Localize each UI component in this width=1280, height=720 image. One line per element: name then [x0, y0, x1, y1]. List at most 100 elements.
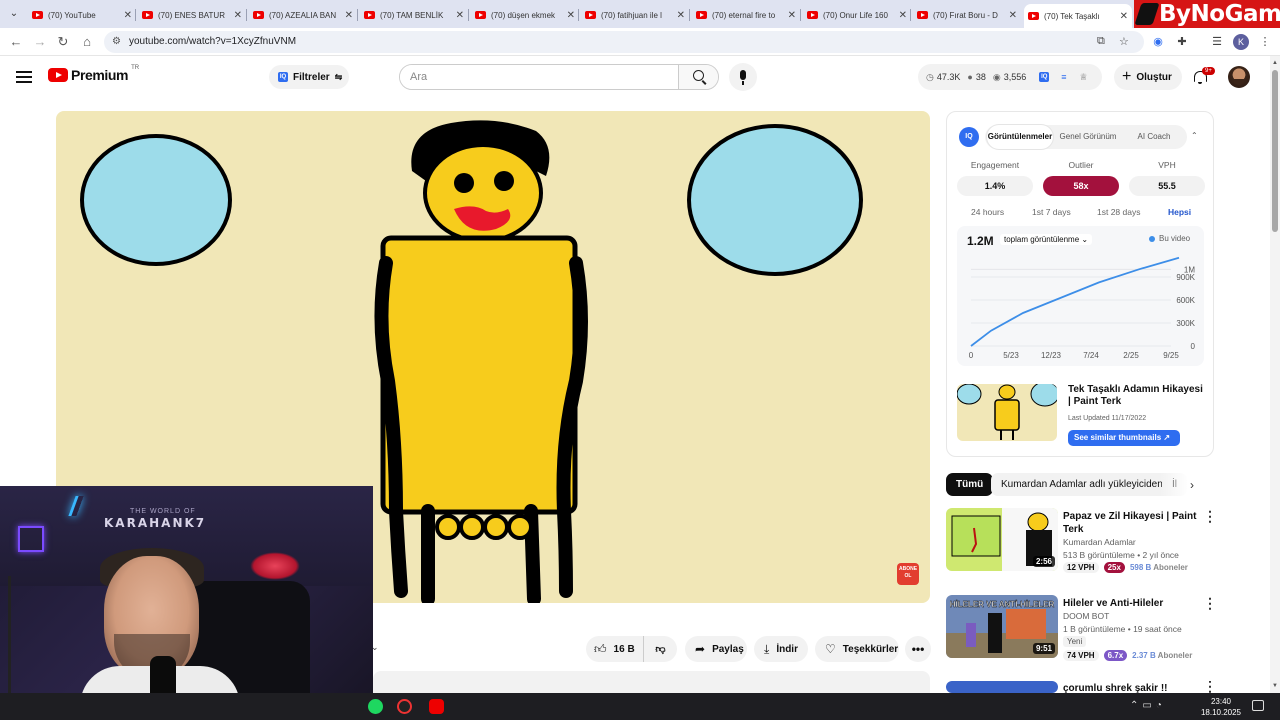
address-bar[interactable]: ⚙ youtube.com/watch?v=1XcyZfnuVNM ⧉ ☆	[104, 31, 1144, 53]
install-app-icon[interactable]: ⧉	[1097, 35, 1105, 48]
range-first-7-days[interactable]: 1st 7 days	[1032, 207, 1071, 217]
tab-close-icon[interactable]: ✕	[899, 10, 907, 21]
related-menu-icon[interactable]: ⋮	[1203, 508, 1217, 525]
forward-icon[interactable]: →	[32, 34, 48, 50]
related-channel[interactable]: Kumardan Adamlar	[1063, 537, 1136, 547]
search-button[interactable]	[678, 65, 718, 89]
voice-search-mic-icon[interactable]	[729, 63, 757, 91]
site-info-icon[interactable]: ⚙	[112, 36, 121, 47]
browser-tab-3[interactable]: (70) TAM BENLİK ✕	[360, 4, 468, 26]
system-tray-icons[interactable]: ⌃▭◔	[1130, 700, 1166, 711]
channel-stats-bar[interactable]: ◷ 47.3K ● 38 ◉ 3,556 IQ ≡ ♕	[918, 64, 1102, 90]
youtube-taskbar-icon[interactable]	[429, 699, 444, 714]
related-title[interactable]: Papaz ve Zil Hikayesi | Paint Terk	[1063, 510, 1198, 536]
browser-menu-icon[interactable]: ⋮	[1257, 34, 1273, 50]
tab-close-icon[interactable]: ✕	[677, 10, 685, 21]
video-thumbnail-mini[interactable]	[957, 384, 1057, 441]
tab-close-icon[interactable]: ✕	[456, 10, 464, 21]
filters-button[interactable]: IQ Filtreler ⇋	[269, 65, 349, 89]
description-box[interactable]	[373, 671, 930, 693]
guide-menu-icon[interactable]	[16, 68, 32, 84]
range-all[interactable]: Hepsi	[1168, 207, 1191, 217]
streamer-webcam-overlay: THE WORLD OF KARAHANK7	[0, 486, 373, 720]
spotify-icon[interactable]	[368, 699, 383, 714]
subscribe-watermark[interactable]: ABONE OL	[897, 563, 919, 585]
dislike-button[interactable]: 👎︎	[644, 636, 677, 662]
back-icon[interactable]: ←	[8, 34, 24, 50]
scroll-up-arrow-icon[interactable]: ▲	[1272, 60, 1278, 66]
download-button[interactable]: ⤓ İndir	[754, 636, 808, 662]
youtube-premium-logo[interactable]: Premium TR	[48, 65, 139, 83]
taskbar-clock[interactable]: 23:40 18.10.2025	[1200, 696, 1242, 718]
see-similar-thumbnails-button[interactable]: See similar thumbnails ↗	[1068, 430, 1180, 446]
trophy-icon[interactable]: ♕	[1080, 72, 1088, 83]
tab-close-icon[interactable]: ✕	[234, 10, 242, 21]
browser-tab-5[interactable]: (70) fatihjuan ile l ✕	[581, 4, 689, 26]
notification-center-icon[interactable]	[1252, 700, 1264, 711]
reading-list-icon[interactable]: ☰	[1209, 34, 1225, 50]
extensions-puzzle-icon[interactable]: ✚	[1174, 34, 1190, 50]
related-title[interactable]: Hileler ve Anti-Hileler	[1063, 597, 1198, 610]
related-video-1[interactable]: 2:56 Papaz ve Zil Hikayesi | Paint Terk …	[946, 508, 1226, 574]
subscribers: 2.37 B Aboneler	[1132, 651, 1192, 660]
youtube-header: Premium TR IQ Filtreler ⇋ ◷47.3K ●38 ◉3,…	[0, 56, 1270, 98]
scrollbar-thumb[interactable]	[1272, 70, 1278, 232]
chart-metric-select[interactable]: toplam görüntülenme ⌄	[1000, 234, 1093, 245]
tab-close-icon[interactable]: ✕	[345, 10, 353, 21]
thanks-button[interactable]: ♡ Teşekkürler	[815, 636, 899, 662]
related-title[interactable]: çorumlu shrek şakir !!	[1063, 682, 1198, 693]
url-text[interactable]: youtube.com/watch?v=1XcyZfnuVNM	[129, 36, 296, 47]
tab-close-icon[interactable]: ✕	[124, 10, 132, 21]
create-button[interactable]: + Oluştur	[1114, 64, 1182, 90]
browser-tab-9[interactable]: (70) Tek Taşaklı ✕	[1024, 4, 1132, 28]
tab-close-icon[interactable]: ✕	[1009, 10, 1017, 21]
chip-all[interactable]: Tümü	[946, 473, 994, 496]
collapse-chevron-icon[interactable]: ⌃	[1191, 131, 1198, 140]
related-video-2[interactable]: HİLELER VE ANTİ-HİLELER 9:51 Hileler ve …	[946, 595, 1226, 661]
range-first-28-days[interactable]: 1st 28 days	[1097, 207, 1140, 217]
thumbs-up-icon: 👍︎	[594, 641, 607, 656]
search-input[interactable]	[400, 65, 678, 89]
browser-tab-2[interactable]: (70) AZEALIA BAN ✕	[249, 4, 357, 26]
more-actions-button[interactable]: •••	[905, 636, 931, 662]
browser-tab-1[interactable]: (70) ENES BATUR ✕	[138, 4, 246, 26]
home-icon[interactable]: ⌂	[79, 34, 95, 50]
vidiq-extension-icon[interactable]: ◉	[1150, 34, 1166, 50]
browser-toolbar: ← → ↻ ⌂ ⚙ youtube.com/watch?v=1XcyZfnuVN…	[0, 28, 1280, 56]
expand-chevron-icon[interactable]: ⌄	[371, 642, 379, 653]
tab-ai-coach[interactable]: AI Coach	[1123, 125, 1185, 149]
chip-next-chevron-icon[interactable]: ›	[1190, 478, 1194, 492]
related-thumb-3[interactable]	[946, 681, 1058, 693]
related-menu-icon[interactable]: ⋮	[1203, 681, 1217, 693]
browser-tab-0[interactable]: (70) YouTube ✕	[28, 4, 136, 26]
tab-views[interactable]: Görüntülenmeler	[987, 125, 1053, 149]
y-tick-label: 900K	[1176, 273, 1195, 282]
related-menu-icon[interactable]: ⋮	[1203, 595, 1217, 612]
related-thumb-1[interactable]: 2:56	[946, 508, 1058, 571]
obs-icon[interactable]	[397, 699, 412, 714]
tab-search-chevron-icon[interactable]: ⌄	[6, 6, 22, 22]
scroll-down-arrow-icon[interactable]: ▼	[1272, 683, 1278, 689]
vidiq-icon[interactable]: IQ	[1039, 72, 1050, 82]
tab-overview[interactable]: Genel Görünüm	[1053, 125, 1123, 149]
browser-tab-7[interactable]: (70) Onur Life 160 ✕	[803, 4, 911, 26]
browser-profile-avatar[interactable]: K	[1233, 34, 1249, 50]
range-24-hours[interactable]: 24 hours	[971, 207, 1004, 217]
x-tick-label: 12/23	[1041, 351, 1062, 360]
like-button[interactable]: 👍︎ 16 B	[586, 636, 644, 662]
tab-close-icon[interactable]: ✕	[1120, 11, 1128, 22]
chip-from-uploader[interactable]: Kumardan Adamlar adlı yükleyiciden	[991, 473, 1173, 496]
browser-tab-6[interactable]: (70) eternal fire to ✕	[692, 4, 800, 26]
account-avatar[interactable]	[1228, 66, 1250, 88]
tab-close-icon[interactable]: ✕	[567, 10, 575, 21]
chart-icon[interactable]: ≡	[1061, 72, 1066, 82]
related-video-3[interactable]: çorumlu shrek şakir !! ⋮	[946, 681, 1226, 693]
share-button[interactable]: ➦ Paylaş	[685, 636, 747, 662]
tab-close-icon[interactable]: ✕	[788, 10, 796, 21]
reload-icon[interactable]: ↻	[55, 34, 71, 50]
bookmark-star-icon[interactable]: ☆	[1119, 35, 1129, 48]
browser-tab-8[interactable]: (70) Fırat Boru - D ✕	[913, 4, 1021, 26]
browser-tab-4[interactable]: (70) düşen ekmek ✕	[471, 4, 579, 26]
related-thumb-2[interactable]: HİLELER VE ANTİ-HİLELER 9:51	[946, 595, 1058, 658]
related-channel[interactable]: DOOM BOT	[1063, 611, 1109, 621]
